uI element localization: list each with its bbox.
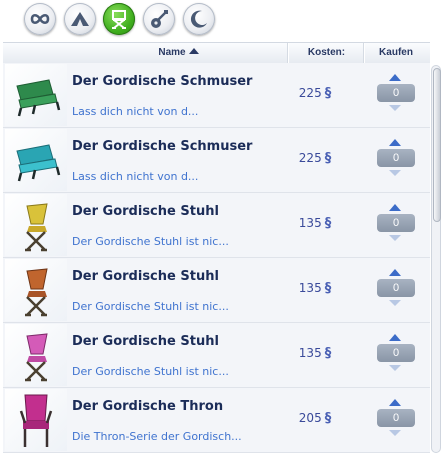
item-description[interactable]: Der Gordische Stuhl ist nic...	[72, 365, 229, 378]
scrollbar-thumb[interactable]	[433, 68, 441, 222]
item-name: Der Gordische Schmuser	[72, 74, 253, 89]
quantity-field[interactable]: 0	[377, 214, 415, 232]
tab-infinity[interactable]	[24, 3, 56, 35]
item-description[interactable]: Die Thron-Serie der Gordisch...	[72, 430, 242, 443]
item-name: Der Gordische Stuhl	[72, 269, 219, 284]
quantity-stepper: 0	[376, 204, 416, 248]
item-description[interactable]: Der Gordische Stuhl ist nic...	[72, 235, 229, 248]
column-header: Name Kosten: Kaufen	[3, 42, 430, 64]
item-name: Der Gordische Thron	[72, 399, 224, 414]
simoleon-icon: §	[324, 411, 332, 426]
tab-seating[interactable]	[103, 3, 135, 35]
list-item[interactable]: Der Gordische Thron Die Thron-Serie der …	[3, 388, 430, 453]
decrease-quantity-button[interactable]	[389, 235, 401, 241]
list-item[interactable]: Der Gordische Stuhl Der Gordische Stuhl …	[3, 193, 430, 258]
simoleon-icon: §	[324, 151, 332, 166]
yellow-folding-chair-icon	[25, 203, 48, 252]
increase-quantity-button[interactable]	[389, 139, 401, 146]
quantity-stepper: 0	[376, 269, 416, 313]
tab-misc[interactable]	[183, 3, 215, 35]
list-scrollbar[interactable]	[431, 65, 441, 453]
item-name: Der Gordische Schmuser	[72, 139, 253, 154]
item-description[interactable]: Lass dich nicht von d...	[72, 170, 198, 183]
quantity-stepper: 0	[376, 334, 416, 378]
camping-tent-icon	[71, 12, 89, 26]
decrease-quantity-button[interactable]	[389, 170, 401, 176]
item-cost-value: 135	[298, 346, 322, 360]
camp-chair-icon	[112, 10, 126, 29]
buy-column-label: Kaufen	[379, 47, 413, 58]
item-cost: 205 §	[285, 411, 345, 426]
cost-column-label: Kosten:	[307, 47, 346, 58]
item-cost-value: 205	[298, 411, 322, 425]
pink-folding-chair-icon	[25, 333, 48, 382]
item-cost: 135 §	[285, 346, 345, 361]
sort-ascending-icon	[188, 48, 199, 54]
increase-quantity-button[interactable]	[389, 399, 401, 406]
item-description[interactable]: Der Gordische Stuhl ist nic...	[72, 300, 229, 313]
magenta-throne-chair-icon	[19, 394, 53, 447]
orange-folding-chair-icon	[25, 268, 48, 317]
quantity-stepper: 0	[376, 74, 416, 118]
list-item[interactable]: Der Gordische Schmuser Lass dich nicht v…	[3, 128, 430, 193]
list-item[interactable]: Der Gordische Schmuser Lass dich nicht v…	[3, 63, 430, 128]
quantity-field[interactable]: 0	[377, 279, 415, 297]
item-cost: 225 §	[285, 151, 345, 166]
infinity-icon	[30, 13, 50, 25]
catalog-item-list: Der Gordische Schmuser Lass dich nicht v…	[3, 63, 430, 455]
list-item[interactable]: Der Gordische Stuhl Der Gordische Stuhl …	[3, 258, 430, 323]
decrease-quantity-button[interactable]	[389, 430, 401, 436]
simoleon-icon: §	[324, 346, 332, 361]
item-name: Der Gordische Stuhl	[72, 334, 219, 349]
increase-quantity-button[interactable]	[389, 74, 401, 81]
row-divider	[3, 452, 430, 453]
quantity-stepper: 0	[376, 139, 416, 183]
item-thumbnail	[5, 64, 67, 126]
item-cost-value: 225	[298, 151, 322, 165]
item-thumbnail	[5, 259, 67, 321]
name-column-label: Name	[158, 47, 186, 58]
item-name: Der Gordische Stuhl	[72, 204, 219, 219]
item-description[interactable]: Lass dich nicht von d...	[72, 105, 198, 118]
quantity-field[interactable]: 0	[377, 84, 415, 102]
item-cost-value: 135	[298, 216, 322, 230]
item-thumbnail	[5, 194, 67, 256]
green-loveseat-icon	[16, 79, 61, 117]
guitar-icon	[151, 10, 168, 28]
quantity-stepper: 0	[376, 399, 416, 443]
name-column-header[interactable]: Name	[69, 43, 288, 63]
item-cost: 225 §	[285, 86, 345, 101]
moon-icon	[190, 10, 207, 28]
decrease-quantity-button[interactable]	[389, 365, 401, 371]
simoleon-icon: §	[324, 281, 332, 296]
decrease-quantity-button[interactable]	[389, 105, 401, 111]
item-cost-value: 135	[298, 281, 322, 295]
item-cost: 135 §	[285, 216, 345, 231]
teal-loveseat-icon	[16, 144, 61, 182]
increase-quantity-button[interactable]	[389, 204, 401, 211]
buy-column-header: Kaufen	[365, 43, 427, 63]
simoleon-icon: §	[324, 86, 332, 101]
item-thumbnail	[5, 129, 67, 191]
tab-camping[interactable]	[64, 3, 96, 35]
tab-entertainment[interactable]	[143, 3, 175, 35]
increase-quantity-button[interactable]	[389, 269, 401, 276]
quantity-field[interactable]: 0	[377, 149, 415, 167]
item-thumbnail	[5, 389, 67, 451]
item-thumbnail	[5, 324, 67, 386]
item-cost-value: 225	[298, 86, 322, 100]
list-item[interactable]: Der Gordische Stuhl Der Gordische Stuhl …	[3, 323, 430, 388]
simoleon-icon: §	[324, 216, 332, 231]
decrease-quantity-button[interactable]	[389, 300, 401, 306]
quantity-field[interactable]: 0	[377, 344, 415, 362]
increase-quantity-button[interactable]	[389, 334, 401, 341]
quantity-field[interactable]: 0	[377, 409, 415, 427]
item-cost: 135 §	[285, 281, 345, 296]
cost-column-header[interactable]: Kosten:	[289, 43, 364, 63]
